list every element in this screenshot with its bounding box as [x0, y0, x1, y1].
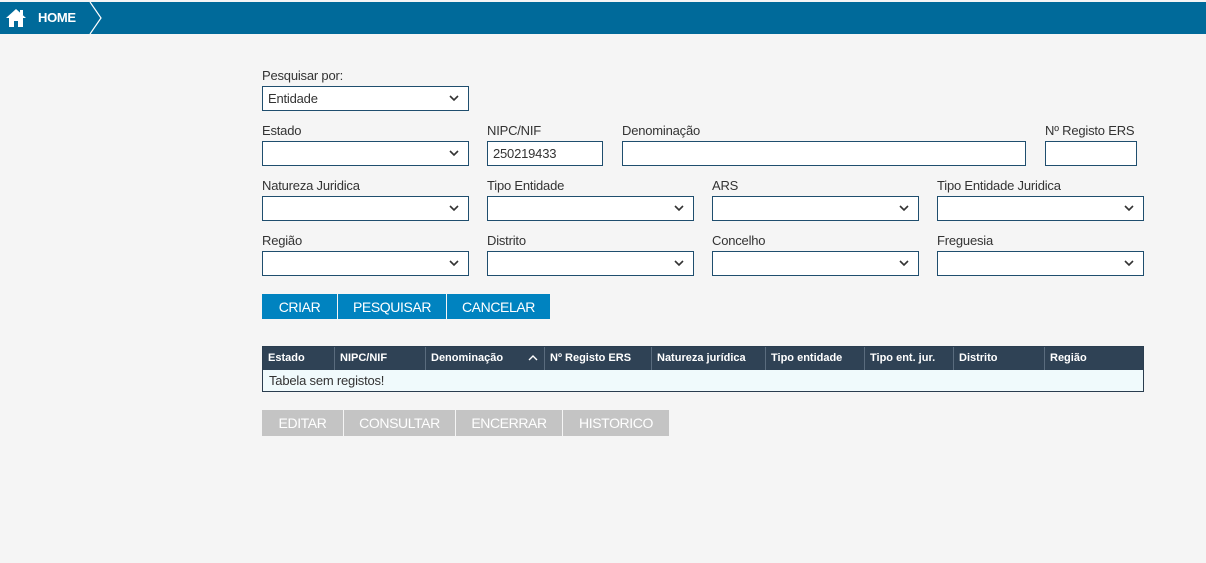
encerrar-button[interactable]: ENCERRAR: [456, 410, 563, 436]
row-actions: EDITAR CONSULTAR ENCERRAR HISTORICO: [262, 410, 669, 436]
chevron-down-icon: [899, 205, 909, 212]
column-header-denominacao-label: Denominação: [431, 352, 504, 364]
chevron-down-icon: [449, 150, 459, 157]
chevron-down-icon: [449, 95, 459, 102]
natureza-select[interactable]: [262, 196, 469, 221]
column-header-estado[interactable]: Estado: [263, 347, 335, 370]
home-icon: [6, 9, 26, 27]
column-header-regiao[interactable]: Região: [1045, 347, 1143, 370]
search-by-label: Pesquisar por:: [262, 68, 344, 83]
estado-label: Estado: [262, 123, 302, 138]
chevron-down-icon: [1124, 260, 1134, 267]
chevron-down-icon: [674, 260, 684, 267]
search-by-value: Entidade: [268, 91, 318, 106]
nipc-value: 250219433: [493, 146, 557, 161]
tipo-entidade-juridica-select[interactable]: [937, 196, 1144, 221]
consultar-button[interactable]: CONSULTAR: [344, 410, 456, 436]
registo-ers-input[interactable]: [1045, 141, 1137, 166]
breadcrumb-separator: [89, 2, 102, 34]
nipc-label: NIPC/NIF: [487, 123, 542, 138]
chevron-down-icon: [449, 205, 459, 212]
distrito-label: Distrito: [487, 233, 526, 248]
natureza-label: Natureza Juridica: [262, 178, 360, 193]
column-header-natureza[interactable]: Natureza jurídica: [652, 347, 766, 370]
chevron-up-icon: [528, 355, 538, 361]
ars-label: ARS: [712, 178, 739, 193]
historico-button[interactable]: HISTORICO: [563, 410, 669, 436]
table-header: Estado NIPC/NIF Denominação Nº Registo E…: [263, 347, 1143, 370]
home-label: HOME: [38, 10, 76, 25]
nipc-input[interactable]: 250219433: [487, 141, 603, 166]
chevron-down-icon: [1124, 205, 1134, 212]
tipo-entidade-label: Tipo Entidade: [487, 178, 565, 193]
denominacao-input[interactable]: [622, 141, 1026, 166]
empty-table-message: Tabela sem registos!: [269, 373, 385, 388]
freguesia-label: Freguesia: [937, 233, 994, 248]
concelho-select[interactable]: [712, 251, 919, 276]
search-by-select[interactable]: Entidade: [262, 86, 469, 111]
column-header-distrito[interactable]: Distrito: [954, 347, 1045, 370]
regiao-select[interactable]: [262, 251, 469, 276]
chevron-down-icon: [899, 260, 909, 267]
table-body: Tabela sem registos!: [263, 370, 1143, 391]
denominacao-label: Denominação: [622, 123, 701, 138]
cancelar-button[interactable]: CANCELAR: [447, 294, 550, 319]
results-table: Estado NIPC/NIF Denominação Nº Registo E…: [262, 346, 1144, 392]
estado-select[interactable]: [262, 141, 469, 166]
column-header-registo-ers[interactable]: Nº Registo ERS: [545, 347, 652, 370]
tipo-entidade-juridica-label: Tipo Entidade Juridica: [937, 178, 1061, 193]
top-bar: HOME: [0, 2, 1206, 34]
column-header-tipo-ent-jur[interactable]: Tipo ent. jur.: [865, 347, 954, 370]
criar-button[interactable]: CRIAR: [262, 294, 338, 319]
distrito-select[interactable]: [487, 251, 694, 276]
freguesia-select[interactable]: [937, 251, 1144, 276]
pesquisar-button[interactable]: PESQUISAR: [338, 294, 447, 319]
ars-select[interactable]: [712, 196, 919, 221]
tipo-entidade-select[interactable]: [487, 196, 694, 221]
chevron-down-icon: [449, 260, 459, 267]
editar-button[interactable]: EDITAR: [262, 410, 344, 436]
column-header-denominacao[interactable]: Denominação: [426, 347, 545, 370]
registo-ers-label: Nº Registo ERS: [1045, 123, 1135, 138]
regiao-label: Região: [262, 233, 302, 248]
column-header-nipc[interactable]: NIPC/NIF: [335, 347, 426, 370]
concelho-label: Concelho: [712, 233, 766, 248]
column-header-tipo-entidade[interactable]: Tipo entidade: [766, 347, 865, 370]
search-actions: CRIAR PESQUISAR CANCELAR: [262, 294, 550, 319]
chevron-down-icon: [674, 205, 684, 212]
